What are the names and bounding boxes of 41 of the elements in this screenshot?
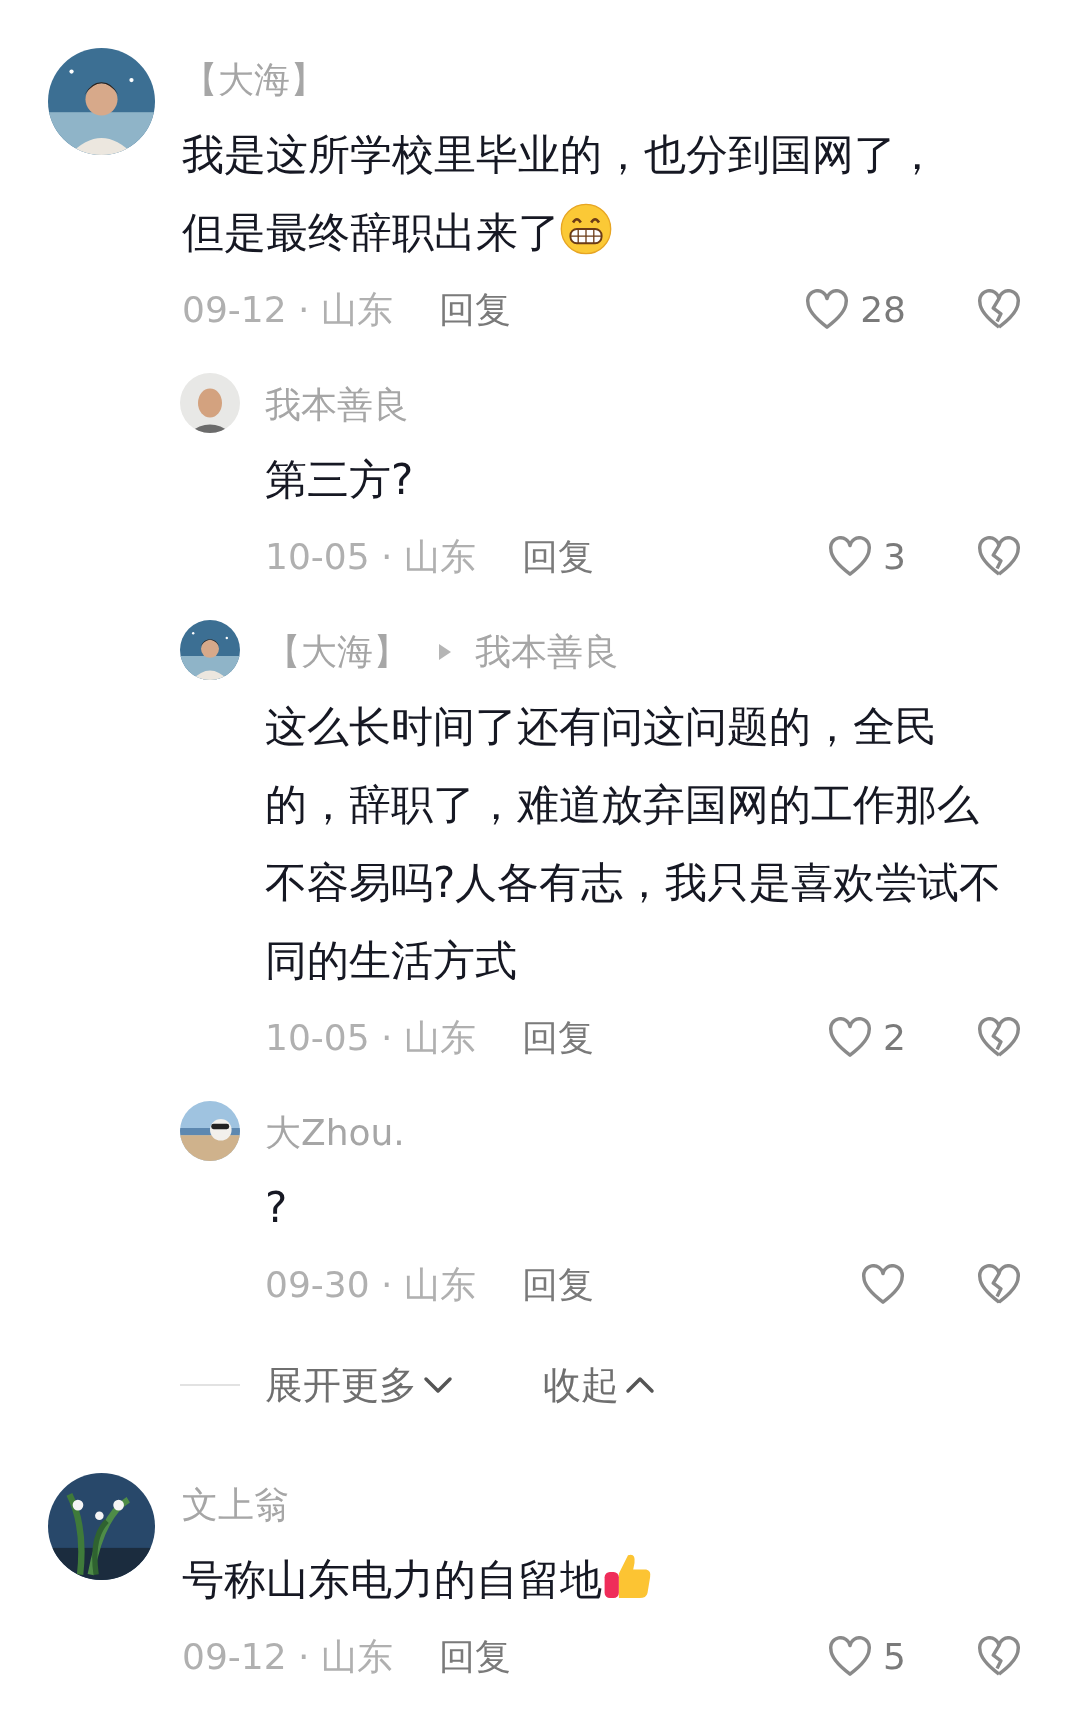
broken-heart-icon[interactable]: [976, 289, 1022, 331]
comment-text: 第三方?: [265, 454, 415, 506]
reply-link[interactable]: 回复: [521, 1247, 594, 1323]
like-icon[interactable]: [827, 1017, 874, 1059]
chevron-down-icon: [423, 1375, 453, 1395]
username[interactable]: 我本善良: [475, 616, 619, 688]
like-icon[interactable]: [804, 289, 851, 331]
reply-link[interactable]: 回复: [521, 519, 594, 595]
broken-heart-icon[interactable]: [976, 536, 1022, 578]
grinning-emoji-icon: [560, 203, 612, 255]
reply-link[interactable]: 回复: [521, 1000, 594, 1076]
comment-date-location: 10-05 · 山东: [265, 535, 476, 579]
comment-date-location: 09-30 · 山东: [265, 1263, 476, 1307]
comment-date-location: 09-12 · 山东: [182, 288, 393, 332]
broken-heart-icon[interactable]: [976, 1636, 1022, 1678]
comment-text: 我是这所学校里毕业的，也分到国网了，但是最终辞职出来了: [182, 129, 939, 259]
like-count: 3: [883, 535, 906, 579]
like-count: 2: [883, 1016, 906, 1060]
like-count: 28: [860, 288, 906, 332]
comment-date-location: 09-12 · 山东: [182, 1635, 393, 1679]
reply-link[interactable]: 回复: [438, 272, 511, 348]
broken-heart-icon[interactable]: [976, 1017, 1022, 1059]
username[interactable]: 【大海】: [265, 616, 409, 688]
like-icon[interactable]: [860, 1264, 906, 1306]
triangle-icon: [437, 642, 453, 662]
reply-link[interactable]: 回复: [438, 1619, 511, 1695]
like-count: 5: [883, 1635, 906, 1679]
username[interactable]: 我本善良: [265, 369, 409, 441]
username[interactable]: 【大海】: [182, 44, 326, 116]
like-icon[interactable]: [827, 536, 874, 578]
comment-text: 号称山东电力的自留地: [182, 1541, 952, 1619]
collapse-link[interactable]: 收起: [543, 1355, 655, 1415]
broken-heart-icon[interactable]: [976, 1264, 1022, 1306]
comment-text: 这么长时间了还有问这问题的，全民的，辞职了，难道放弃国网的工作那么不容易吗?人各有志，我只是喜欢尝试不同的生活方式: [265, 701, 1003, 987]
username[interactable]: 文上翁: [182, 1469, 290, 1541]
comment-date-location: 10-05 · 山东: [265, 1016, 476, 1060]
like-icon[interactable]: [827, 1636, 874, 1678]
username[interactable]: 大Zhou.: [265, 1097, 405, 1169]
chevron-up-icon: [625, 1375, 655, 1395]
expand-more-link[interactable]: 展开更多: [265, 1355, 453, 1415]
comment-text: ?: [265, 1182, 289, 1234]
